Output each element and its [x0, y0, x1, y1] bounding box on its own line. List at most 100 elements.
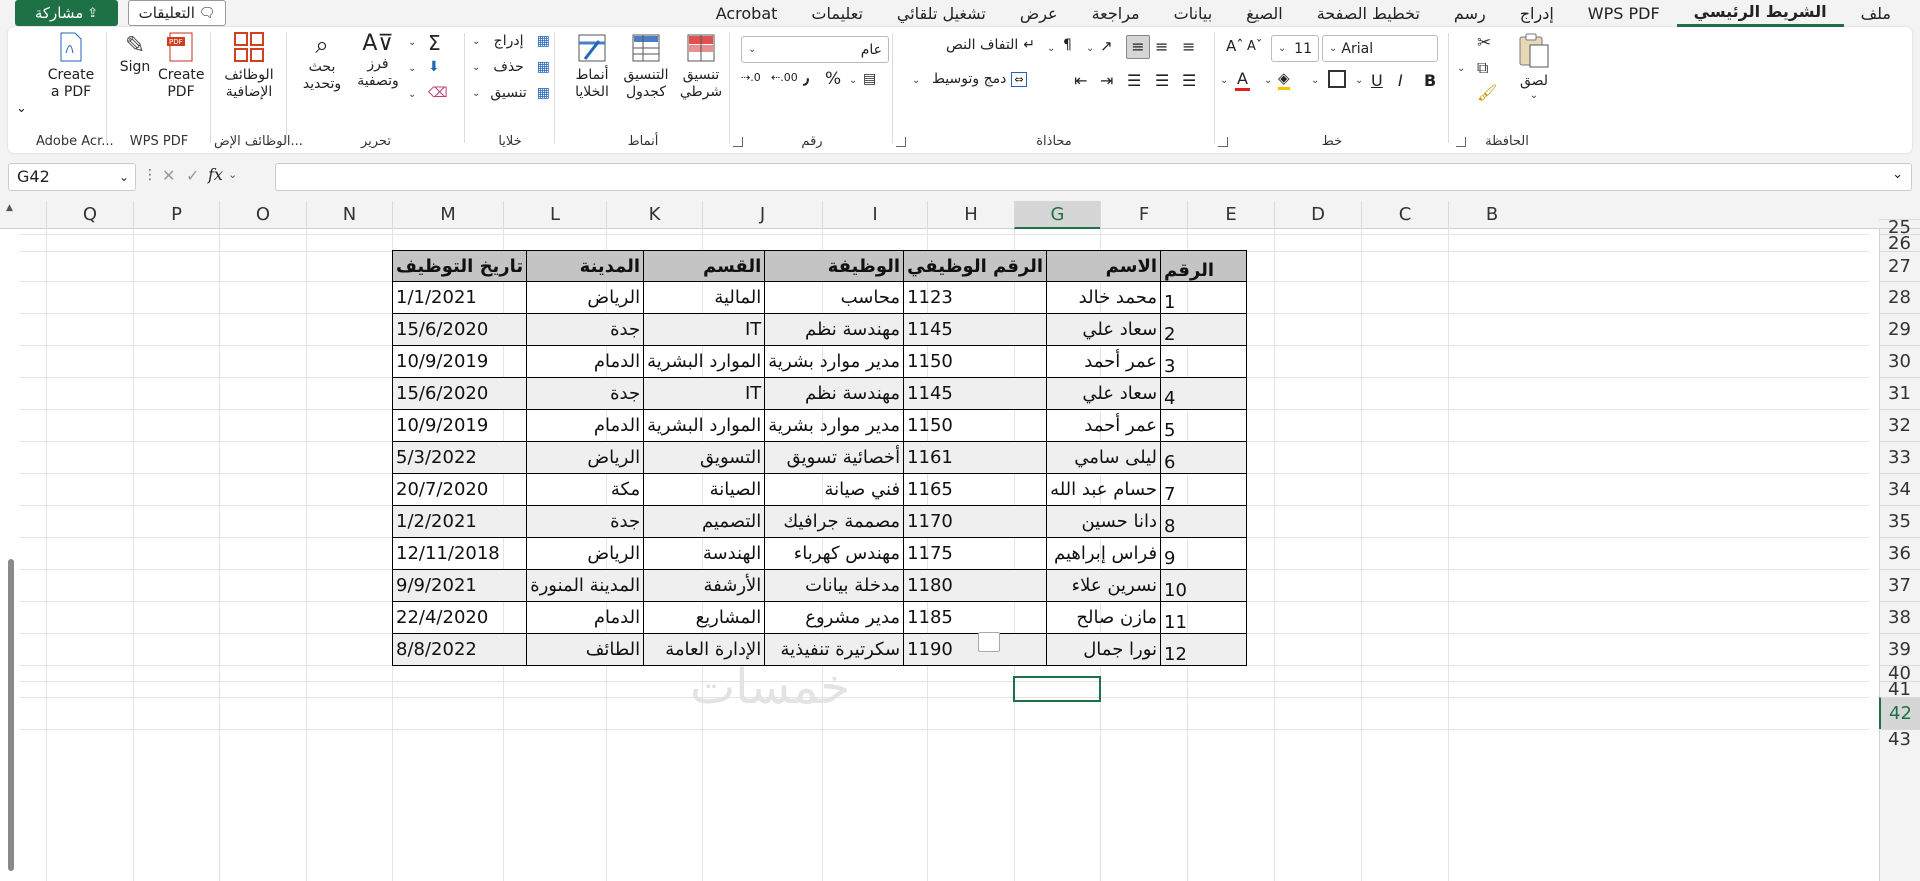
- align-top-icon[interactable]: ≡: [1182, 37, 1195, 56]
- table-cell[interactable]: الدمام: [526, 409, 645, 442]
- insert-function-icon[interactable]: fx: [208, 165, 223, 184]
- table-cell[interactable]: الصيانة: [643, 473, 766, 506]
- worksheet-grid[interactable]: BCDEFGHIJKLMNOPQ 25 26 27 28 29 30 31 32 33 34 35 3…: [0, 201, 1920, 881]
- table-cell[interactable]: محاسب: [764, 281, 905, 314]
- table-cell[interactable]: مكة: [526, 473, 645, 506]
- format-painter-icon[interactable]: 🖌: [1477, 83, 1497, 102]
- table-cell[interactable]: محمد خالد: [1046, 281, 1162, 314]
- scrollbar-thumb[interactable]: [8, 559, 14, 871]
- tab-12[interactable]: Acrobat: [699, 2, 795, 26]
- tab-3[interactable]: إدراج: [1503, 2, 1571, 26]
- table-cell[interactable]: التصميم: [643, 505, 766, 538]
- orientation-icon[interactable]: ↗: [1100, 37, 1113, 55]
- column-header-P[interactable]: P: [133, 201, 219, 229]
- column-header-H[interactable]: H: [927, 201, 1014, 229]
- copy-chevron-icon[interactable]: ⌄: [1457, 63, 1465, 74]
- table-cell[interactable]: 3: [1160, 345, 1248, 378]
- tab-1[interactable]: الشريط الرئيسي: [1676, 0, 1844, 27]
- row-header-34[interactable]: 34: [1879, 473, 1920, 505]
- table-cell[interactable]: 12/11/2018: [391, 537, 528, 570]
- table-cell[interactable]: 1170: [903, 505, 1048, 538]
- tab-4[interactable]: رسم: [1437, 2, 1503, 26]
- name-box[interactable]: G42 ⌄: [8, 163, 136, 191]
- clear-icon[interactable]: ⌫: [428, 85, 448, 101]
- fill-color-chevron-icon[interactable]: ⌄: [1264, 75, 1272, 86]
- column-title[interactable]: الاسم: [1046, 250, 1162, 282]
- table-cell[interactable]: حسام عبد الله: [1046, 473, 1162, 506]
- table-cell[interactable]: مصممة جرافيك: [764, 505, 905, 538]
- orientation-chevron-icon[interactable]: ⌄: [1086, 43, 1094, 54]
- underline-icon[interactable]: U: [1371, 71, 1383, 90]
- clear-chevron-icon[interactable]: ⌄: [408, 89, 416, 100]
- table-cell[interactable]: أخصائية تسويق: [764, 441, 905, 474]
- sign-button[interactable]: ✎ Sign: [114, 31, 156, 76]
- number-format-combo[interactable]: ⌄ عام: [741, 36, 889, 63]
- table-cell[interactable]: الدمام: [526, 345, 645, 378]
- clipboard-launcher-icon[interactable]: [1456, 137, 1466, 147]
- paste-button[interactable]: لصق ⌄: [1514, 31, 1554, 105]
- copy-icon[interactable]: ⧉: [1477, 58, 1488, 78]
- find-select-button[interactable]: ⌕ بحث وتحديد: [294, 31, 350, 93]
- table-cell[interactable]: 12: [1160, 633, 1248, 666]
- sort-filter-button[interactable]: A⊽ فرز وتصفية: [350, 31, 406, 90]
- table-cell[interactable]: مدير موارد بشرية: [764, 409, 905, 442]
- table-cell[interactable]: نورا جمال: [1046, 633, 1162, 666]
- comments-button[interactable]: التعليقات 🗨: [128, 0, 226, 26]
- row-header-26[interactable]: 26: [1879, 234, 1920, 253]
- table-cell[interactable]: الموارد البشرية: [643, 409, 766, 442]
- comma-style-icon[interactable]: ٫: [803, 69, 809, 89]
- align-center-icon[interactable]: ☰: [1155, 71, 1169, 90]
- table-cell[interactable]: 1: [1160, 281, 1248, 314]
- borders-icon[interactable]: [1328, 70, 1346, 88]
- table-cell[interactable]: 1/2/2021: [391, 505, 528, 538]
- italic-icon[interactable]: I: [1398, 71, 1403, 90]
- tab-0[interactable]: ملف: [1844, 2, 1908, 26]
- column-header-B[interactable]: B: [1448, 201, 1535, 229]
- table-cell[interactable]: مازن صالح: [1046, 601, 1162, 634]
- addins-button[interactable]: الوظائف الإضافية: [218, 31, 280, 101]
- table-cell[interactable]: عمر أحمد: [1046, 409, 1162, 442]
- row-header-41[interactable]: 41: [1879, 681, 1920, 699]
- table-cell[interactable]: سعاد علي: [1046, 377, 1162, 410]
- fill-chevron-icon[interactable]: ⌄: [408, 63, 416, 74]
- autosum-chevron-icon[interactable]: ⌄: [408, 37, 416, 48]
- increase-decimal-icon[interactable]: ⇢.0: [741, 71, 761, 84]
- table-cell[interactable]: 4: [1160, 377, 1248, 410]
- table-cell[interactable]: 10/9/2019: [391, 345, 528, 378]
- row-header-28[interactable]: 28: [1879, 281, 1920, 313]
- column-header-K[interactable]: K: [606, 201, 702, 229]
- table-cell[interactable]: جدة: [526, 505, 645, 538]
- decrease-indent-icon[interactable]: ⇤: [1074, 71, 1087, 90]
- table-cell[interactable]: جدة: [526, 377, 645, 410]
- underline-chevron-icon[interactable]: ⌄: [1355, 75, 1363, 86]
- table-cell[interactable]: مهندسة نظم: [764, 313, 905, 346]
- number-launcher-icon[interactable]: [733, 137, 743, 147]
- formula-bar-grip-icon[interactable]: ⋮: [143, 167, 157, 183]
- table-cell[interactable]: الرياض: [526, 281, 645, 314]
- merge-chevron-icon[interactable]: ⌄: [912, 75, 920, 86]
- align-bottom-icon[interactable]: ≡: [1126, 35, 1150, 59]
- fill-color-icon[interactable]: ◈: [1278, 69, 1290, 90]
- table-cell[interactable]: 5: [1160, 409, 1248, 442]
- row-header-38[interactable]: 38: [1879, 601, 1920, 633]
- table-cell[interactable]: الهندسة: [643, 537, 766, 570]
- column-header-F[interactable]: F: [1100, 201, 1187, 229]
- table-cell[interactable]: الأرشفة: [643, 569, 766, 602]
- table-cell[interactable]: الدمام: [526, 601, 645, 634]
- font-size-combo[interactable]: ⌄ 11: [1271, 35, 1319, 62]
- table-cell[interactable]: فراس إبراهيم: [1046, 537, 1162, 570]
- vertical-scrollbar[interactable]: ▲: [6, 203, 16, 879]
- table-cell[interactable]: 9: [1160, 537, 1248, 570]
- wrap-text-button[interactable]: التفاف النص ↵: [946, 37, 1035, 53]
- table-cell[interactable]: الطائف: [526, 633, 645, 666]
- table-cell[interactable]: سعاد علي: [1046, 313, 1162, 346]
- row-header-27[interactable]: 27: [1879, 251, 1920, 281]
- column-header-I[interactable]: I: [822, 201, 927, 229]
- tab-7[interactable]: بيانات: [1157, 2, 1230, 26]
- table-cell[interactable]: 1180: [903, 569, 1048, 602]
- autosum-icon[interactable]: Σ: [428, 31, 441, 55]
- table-cell[interactable]: مهندسة نظم: [764, 377, 905, 410]
- table-cell[interactable]: 1145: [903, 377, 1048, 410]
- enter-formula-icon[interactable]: ✓: [186, 166, 199, 185]
- column-header-D[interactable]: D: [1274, 201, 1361, 229]
